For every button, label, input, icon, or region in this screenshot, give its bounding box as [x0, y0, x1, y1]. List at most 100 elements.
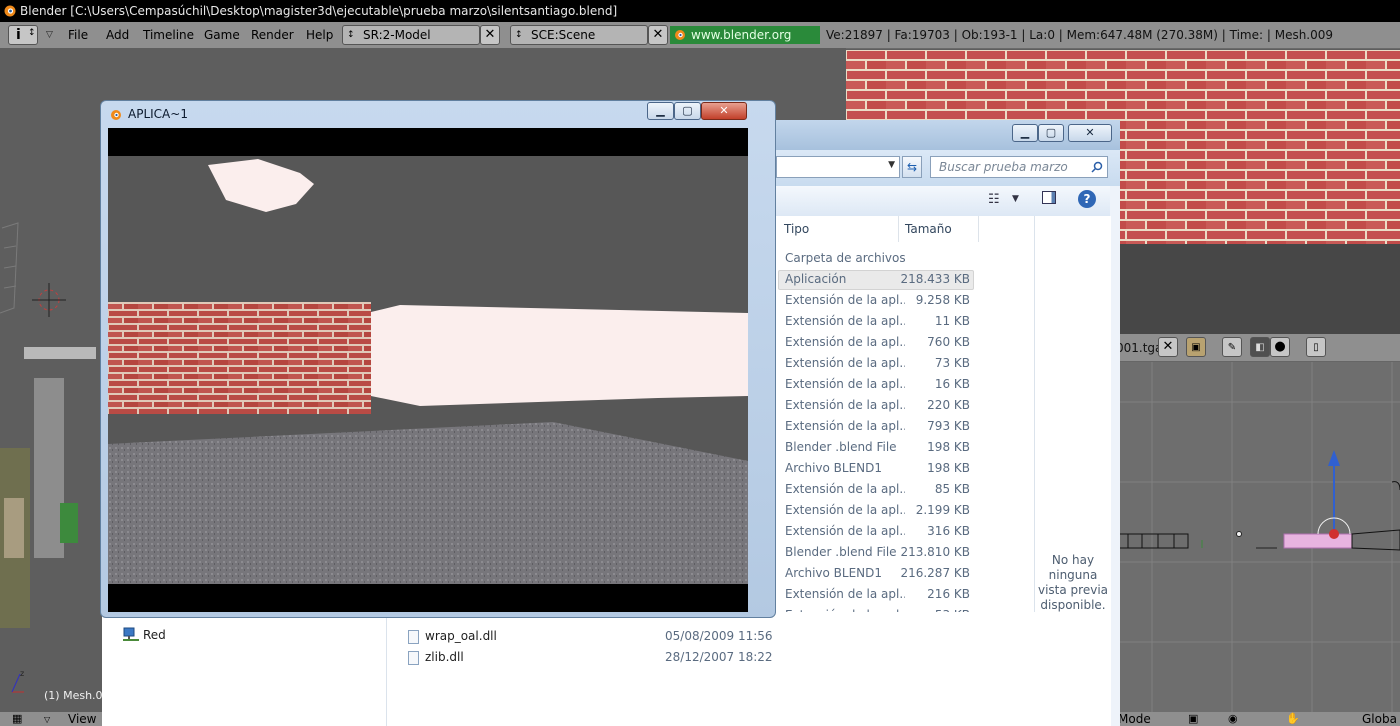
- lock-button[interactable]: ▯: [1306, 337, 1326, 357]
- viewport-geometry: [0, 222, 96, 628]
- row-tipo[interactable]: Extensión de la apl...: [785, 332, 905, 353]
- row-tipo[interactable]: Extensión de la apl...: [785, 500, 905, 521]
- mode-select[interactable]: Mode: [1118, 712, 1151, 726]
- help-icon[interactable]: ?: [1078, 190, 1096, 208]
- search-placeholder: Buscar prueba marzo: [939, 160, 1068, 174]
- dot-icon: ●: [1274, 339, 1286, 354]
- info-icon: i: [16, 27, 21, 43]
- row-tipo[interactable]: Archivo BLEND1: [785, 563, 905, 584]
- explorer-close-button[interactable]: ✕: [1068, 124, 1112, 142]
- row-size: 11 KB: [934, 314, 970, 328]
- menu-file[interactable]: File: [68, 25, 88, 45]
- scene-delete-button[interactable]: ✕: [648, 25, 668, 45]
- row-tipo[interactable]: Blender .blend File: [785, 437, 905, 458]
- row-size: 216.287 KB: [900, 566, 970, 580]
- image-pack-button[interactable]: ▣: [1186, 337, 1206, 357]
- orientation-select[interactable]: Globa: [1362, 712, 1397, 726]
- row-tipo[interactable]: Blender .blend File: [785, 542, 905, 563]
- view-menu[interactable]: View: [68, 712, 96, 726]
- row-tipo[interactable]: Extensión de la apl...: [785, 374, 905, 395]
- lock-icon: ▯: [1313, 342, 1319, 353]
- svg-text:z: z: [20, 669, 24, 678]
- network-icon: [123, 627, 139, 641]
- dll-file-icon: [408, 630, 419, 644]
- window-titlebar: Blender [C:\Users\Cempasúchil\Desktop\ma…: [0, 0, 1400, 22]
- column-header-tamano[interactable]: Tamaño: [899, 216, 979, 242]
- dot-button[interactable]: ●: [1270, 337, 1290, 357]
- address-input[interactable]: ▼: [776, 156, 900, 178]
- paint-button[interactable]: ✎: [1222, 337, 1242, 357]
- row-tipo[interactable]: Extensión de la apl...: [785, 521, 905, 542]
- row-tipo[interactable]: Extensión de la apl...: [785, 290, 905, 311]
- row-tipo[interactable]: Extensión de la apl...: [785, 479, 905, 500]
- file-date: 28/12/2007 18:22: [665, 650, 773, 664]
- maximize-icon: ▢: [1045, 126, 1057, 139]
- axis-gizmo-icon: z: [11, 669, 24, 693]
- file-date: 05/08/2009 11:56: [665, 629, 773, 643]
- menu-help[interactable]: Help: [306, 25, 333, 45]
- explorer-maximize-button[interactable]: ▢: [1038, 124, 1064, 142]
- row-tipo[interactable]: Archivo BLEND1: [785, 458, 905, 479]
- file-name: zlib.dll: [425, 650, 464, 664]
- row-tipo[interactable]: Extensión de la apl...: [785, 353, 905, 374]
- row-size: 198 KB: [927, 440, 970, 454]
- image-unlink-button[interactable]: ✕: [1158, 337, 1178, 357]
- close-icon: ✕: [719, 104, 729, 117]
- aplica-close-button[interactable]: ✕: [701, 102, 747, 120]
- image-name[interactable]: 001.tga: [1116, 341, 1162, 355]
- preview-pane-icon[interactable]: [1042, 191, 1056, 204]
- viewport-right-geometry: [1112, 362, 1400, 714]
- row-size: 198 KB: [927, 461, 970, 475]
- blender-url-version[interactable]: www.blender.org 249.2: [670, 26, 820, 60]
- row-size: 760 KB: [927, 335, 970, 349]
- row-tipo[interactable]: Carpeta de archivos: [785, 248, 905, 269]
- views-icon[interactable]: ☷: [988, 192, 1000, 207]
- close-icon: ✕: [1162, 339, 1174, 354]
- screen-select[interactable]: ↕ SR:2-Model: [342, 25, 480, 45]
- explorer-minimize-button[interactable]: ▁: [1012, 124, 1038, 142]
- chevron-down-icon[interactable]: ▼: [1012, 194, 1019, 204]
- screen-delete-button[interactable]: ✕: [480, 25, 500, 45]
- row-tipo[interactable]: Aplicación: [785, 269, 905, 290]
- search-input[interactable]: Buscar prueba marzo: [930, 156, 1108, 178]
- explorer-address-bar: ▼ ⇆ Buscar prueba marzo: [774, 150, 1120, 186]
- menu-game[interactable]: Game: [204, 25, 240, 45]
- menu-add[interactable]: Add: [106, 25, 129, 45]
- scene-select[interactable]: ↕ SCE:Scene: [510, 25, 648, 45]
- menu-render[interactable]: Render: [251, 25, 294, 45]
- nav-item-red[interactable]: Red: [143, 628, 166, 642]
- explorer-toolbar: ☷ ▼ ?: [774, 186, 1110, 217]
- menu-collapse-triangle-icon[interactable]: ▽: [46, 30, 53, 40]
- row-size: 218.433 KB: [900, 272, 970, 286]
- row-tipo[interactable]: Extensión de la apl...: [785, 311, 905, 332]
- row-tipo[interactable]: Extensión de la apl...: [785, 584, 905, 605]
- row-tipo[interactable]: Extensión de la apl...: [785, 416, 905, 437]
- explorer-titlebar: ▁ ▢ ✕: [774, 120, 1120, 150]
- brush-icon: ✎: [1227, 342, 1237, 353]
- blender-logo-icon: [4, 5, 16, 17]
- column-header-tipo[interactable]: Tipo: [774, 216, 899, 242]
- menu-timeline[interactable]: Timeline: [143, 25, 194, 45]
- row-size: 213.810 KB: [900, 545, 970, 559]
- refresh-button[interactable]: ⇆: [902, 156, 922, 178]
- aplica-minimize-button[interactable]: ▁: [647, 102, 674, 120]
- minimize-icon: ▁: [1020, 126, 1030, 139]
- row-tipo[interactable]: Extensión de la apl...: [785, 395, 905, 416]
- info-window-type-button[interactable]: i ↕: [8, 25, 38, 45]
- updown-arrow-icon: ↕: [28, 28, 36, 38]
- row-size: 16 KB: [934, 377, 970, 391]
- blender-logo-icon: [111, 110, 121, 120]
- uv-mode-button[interactable]: ◧: [1250, 337, 1270, 357]
- hand-icon[interactable]: ✋: [1286, 712, 1300, 726]
- grid-icon[interactable]: ▦: [12, 712, 22, 726]
- scene-select-value: SCE:Scene: [531, 28, 596, 42]
- menu-collapse-triangle-icon[interactable]: ▽: [44, 715, 50, 724]
- 3d-viewport-right[interactable]: [1112, 362, 1400, 714]
- aplica-maximize-button[interactable]: ▢: [674, 102, 701, 120]
- game-render-view[interactable]: [108, 128, 748, 612]
- snap-icon[interactable]: ◉: [1228, 712, 1238, 726]
- explorer-nav-pane: Red: [102, 612, 387, 726]
- row-size: 2.199 KB: [915, 503, 970, 517]
- pivot-icon[interactable]: ▣: [1188, 712, 1198, 726]
- search-icon: [1091, 161, 1103, 173]
